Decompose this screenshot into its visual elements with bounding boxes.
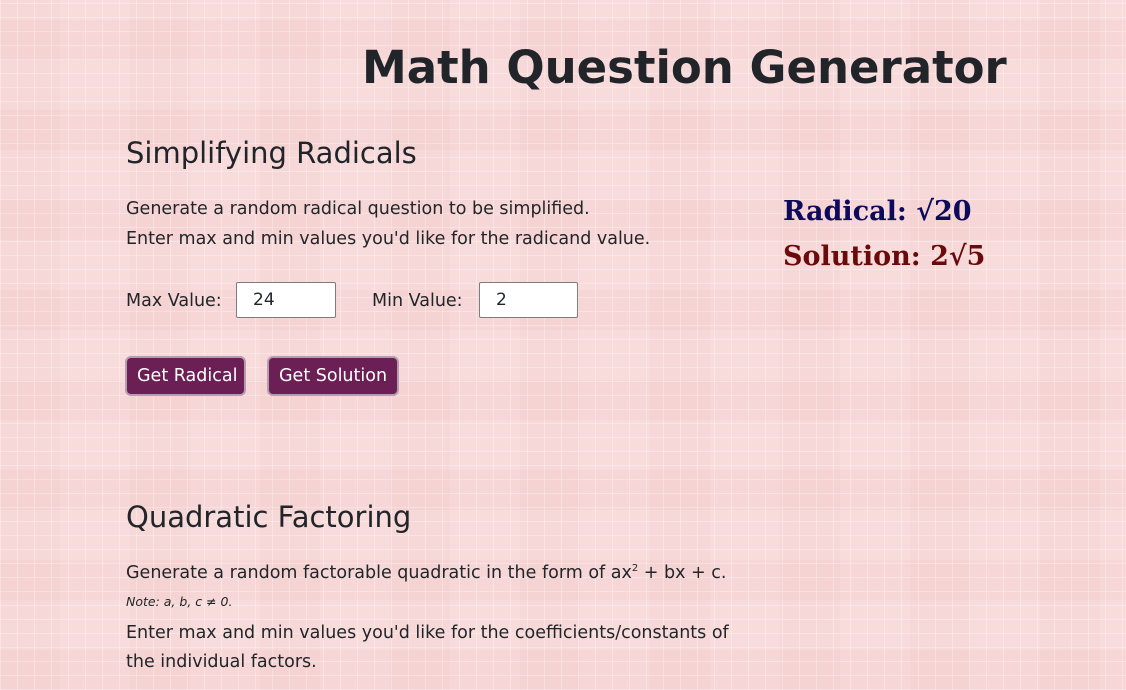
- radicals-heading: Simplifying Radicals: [126, 136, 417, 170]
- radicals-description-line1: Generate a random radical question to be…: [126, 199, 590, 219]
- max-value-label: Max Value:: [126, 291, 222, 311]
- solution-result: Solution: 2√5: [783, 241, 986, 272]
- quadratic-description-suffix: + bx + c.: [638, 563, 727, 583]
- page-title: Math Question Generator: [362, 41, 1007, 94]
- quadratic-heading: Quadratic Factoring: [126, 500, 412, 534]
- get-radical-button[interactable]: Get Radical: [125, 356, 246, 396]
- min-value-label: Min Value:: [372, 291, 463, 311]
- quadratic-instruction-line2: the individual factors.: [126, 652, 317, 672]
- quadratic-description-prefix: Generate a random factorable quadratic i…: [126, 563, 632, 583]
- radicals-description-line2: Enter max and min values you'd like for …: [126, 229, 651, 249]
- quadratic-description: Generate a random factorable quadratic i…: [126, 558, 726, 588]
- radical-result: Radical: √20: [783, 196, 972, 227]
- quadratic-note: Note: a, b, c ≠ 0.: [126, 594, 233, 609]
- min-value-input[interactable]: [479, 282, 578, 318]
- max-value-input[interactable]: [236, 282, 336, 318]
- quadratic-instruction-line1: Enter max and min values you'd like for …: [126, 623, 729, 643]
- get-solution-button[interactable]: Get Solution: [267, 356, 399, 396]
